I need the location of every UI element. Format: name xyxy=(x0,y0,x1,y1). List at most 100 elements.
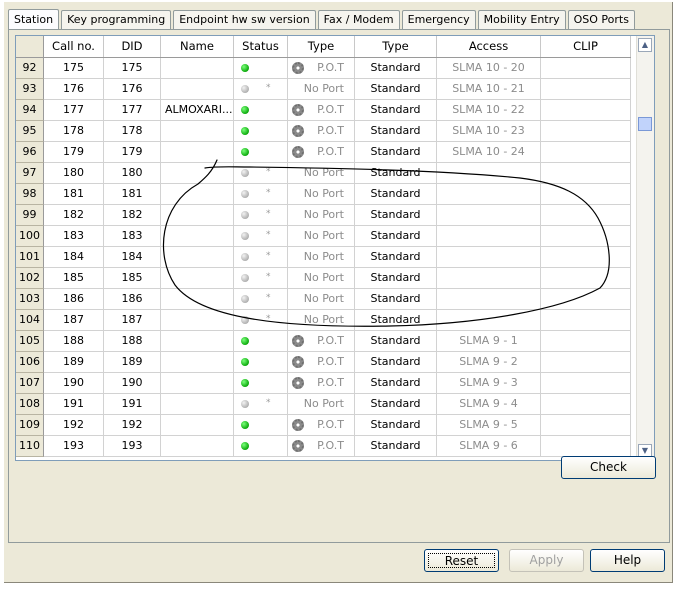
row-number[interactable]: 107 xyxy=(16,373,44,394)
port-type-cell[interactable]: P.O.T xyxy=(288,436,355,457)
check-button[interactable]: Check xyxy=(561,456,656,479)
name-cell[interactable] xyxy=(161,331,234,352)
clip-cell[interactable] xyxy=(541,415,631,436)
did-cell[interactable]: 190 xyxy=(104,373,161,394)
apply-button[interactable]: Apply xyxy=(509,549,584,572)
clip-cell[interactable] xyxy=(541,163,631,184)
name-cell[interactable] xyxy=(161,163,234,184)
call-no-cell[interactable]: 177 xyxy=(44,100,104,121)
table-row[interactable]: 108 191 191 * No Port Standard SLMA 9 - 4 xyxy=(16,394,631,415)
table-row[interactable]: 105 188 188 P.O.T Standard SLMA 9 - 1 xyxy=(16,331,631,352)
table-row[interactable]: 96 179 179 P.O.T Standard SLMA 10 - 24 xyxy=(16,142,631,163)
did-cell[interactable]: 188 xyxy=(104,331,161,352)
status-cell[interactable] xyxy=(234,373,288,394)
tab-fax-modem[interactable]: Fax / Modem xyxy=(317,10,400,29)
did-cell[interactable]: 185 xyxy=(104,268,161,289)
call-no-cell[interactable]: 186 xyxy=(44,289,104,310)
table-row[interactable]: 100 183 183 * No Port Standard xyxy=(16,226,631,247)
clip-cell[interactable] xyxy=(541,100,631,121)
access-header[interactable]: Access xyxy=(437,36,541,57)
row-number[interactable]: 93 xyxy=(16,79,44,100)
name-cell[interactable] xyxy=(161,352,234,373)
port-type-cell[interactable]: P.O.T xyxy=(288,58,355,79)
access-cell[interactable]: SLMA 9 - 6 xyxy=(437,436,541,457)
clip-cell[interactable] xyxy=(541,142,631,163)
type2-header[interactable]: Type xyxy=(355,36,437,57)
did-cell[interactable]: 176 xyxy=(104,79,161,100)
status-cell[interactable]: * xyxy=(234,394,288,415)
table-row[interactable]: 95 178 178 P.O.T Standard SLMA 10 - 23 xyxy=(16,121,631,142)
access-cell[interactable] xyxy=(437,268,541,289)
name-cell[interactable] xyxy=(161,289,234,310)
call-no-cell[interactable]: 179 xyxy=(44,142,104,163)
call-no-cell[interactable]: 188 xyxy=(44,331,104,352)
status-cell[interactable]: * xyxy=(234,226,288,247)
name-cell[interactable] xyxy=(161,184,234,205)
table-row[interactable]: 104 187 187 * No Port Standard xyxy=(16,310,631,331)
status-cell[interactable] xyxy=(234,100,288,121)
type-cell[interactable]: Standard xyxy=(355,79,437,100)
type-cell[interactable]: Standard xyxy=(355,121,437,142)
port-type-cell[interactable]: No Port xyxy=(288,226,355,247)
did-cell[interactable]: 191 xyxy=(104,394,161,415)
call-no-cell[interactable]: 180 xyxy=(44,163,104,184)
call-no-cell[interactable]: 189 xyxy=(44,352,104,373)
clip-cell[interactable] xyxy=(541,268,631,289)
clip-cell[interactable] xyxy=(541,79,631,100)
clip-cell[interactable] xyxy=(541,436,631,457)
tab-station[interactable]: Station xyxy=(8,9,60,30)
row-number[interactable]: 92 xyxy=(16,58,44,79)
call-no-cell[interactable]: 182 xyxy=(44,205,104,226)
type-cell[interactable]: Standard xyxy=(355,100,437,121)
tab-oso-ports[interactable]: OSO Ports xyxy=(567,10,635,29)
access-cell[interactable]: SLMA 9 - 5 xyxy=(437,415,541,436)
clip-cell[interactable] xyxy=(541,373,631,394)
access-cell[interactable] xyxy=(437,226,541,247)
vertical-scrollbar[interactable]: ▲ ▼ xyxy=(636,36,654,460)
name-cell[interactable] xyxy=(161,436,234,457)
call-no-cell[interactable]: 183 xyxy=(44,226,104,247)
type-cell[interactable]: Standard xyxy=(355,331,437,352)
type-cell[interactable]: Standard xyxy=(355,415,437,436)
status-cell[interactable]: * xyxy=(234,163,288,184)
row-number[interactable]: 108 xyxy=(16,394,44,415)
did-cell[interactable]: 182 xyxy=(104,205,161,226)
row-number[interactable]: 98 xyxy=(16,184,44,205)
port-type-cell[interactable]: No Port xyxy=(288,247,355,268)
name-header[interactable]: Name xyxy=(161,36,234,57)
table-row[interactable]: 101 184 184 * No Port Standard xyxy=(16,247,631,268)
row-number[interactable]: 101 xyxy=(16,247,44,268)
access-cell[interactable] xyxy=(437,247,541,268)
clip-cell[interactable] xyxy=(541,331,631,352)
access-cell[interactable]: SLMA 10 - 21 xyxy=(437,79,541,100)
port-type-cell[interactable]: No Port xyxy=(288,184,355,205)
status-cell[interactable]: * xyxy=(234,79,288,100)
tab-key-programming[interactable]: Key programming xyxy=(61,10,172,29)
reset-button[interactable]: Reset xyxy=(424,549,499,572)
access-cell[interactable]: SLMA 10 - 23 xyxy=(437,121,541,142)
table-row[interactable]: 106 189 189 P.O.T Standard SLMA 9 - 2 xyxy=(16,352,631,373)
tab-mobility-entry[interactable]: Mobility Entry xyxy=(477,10,566,29)
row-number[interactable]: 104 xyxy=(16,310,44,331)
did-header[interactable]: DID xyxy=(104,36,161,57)
name-cell[interactable] xyxy=(161,226,234,247)
did-cell[interactable]: 193 xyxy=(104,436,161,457)
type-header[interactable]: Type xyxy=(288,36,355,57)
port-type-cell[interactable]: No Port xyxy=(288,289,355,310)
call-no-cell[interactable]: 178 xyxy=(44,121,104,142)
call-no-cell[interactable]: 181 xyxy=(44,184,104,205)
row-number[interactable]: 105 xyxy=(16,331,44,352)
table-row[interactable]: 103 186 186 * No Port Standard xyxy=(16,289,631,310)
tab-emergency[interactable]: Emergency xyxy=(401,10,476,29)
did-cell[interactable]: 180 xyxy=(104,163,161,184)
did-cell[interactable]: 178 xyxy=(104,121,161,142)
clip-cell[interactable] xyxy=(541,310,631,331)
access-cell[interactable]: SLMA 9 - 1 xyxy=(437,331,541,352)
call-no-cell[interactable]: 190 xyxy=(44,373,104,394)
clip-cell[interactable] xyxy=(541,205,631,226)
did-cell[interactable]: 186 xyxy=(104,289,161,310)
type-cell[interactable]: Standard xyxy=(355,226,437,247)
port-type-cell[interactable]: No Port xyxy=(288,205,355,226)
port-type-cell[interactable]: No Port xyxy=(288,268,355,289)
clip-cell[interactable] xyxy=(541,58,631,79)
